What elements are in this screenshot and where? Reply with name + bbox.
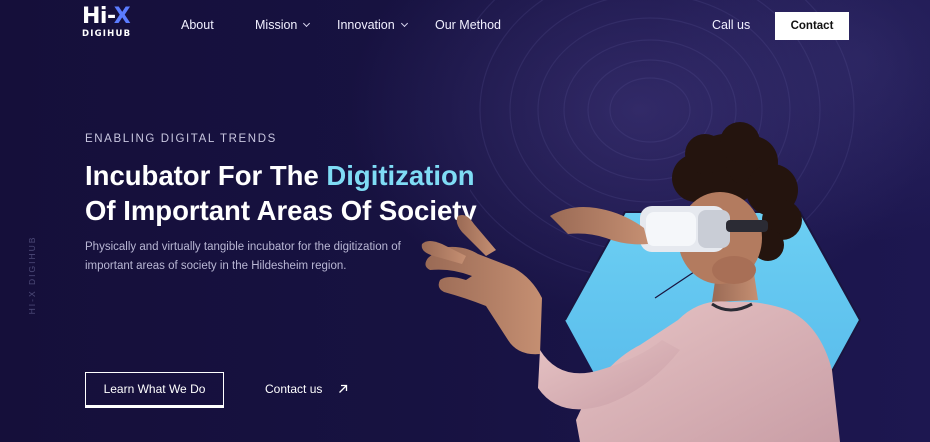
contact-us-link[interactable]: Contact us (265, 382, 348, 396)
logo-text: Hi- (82, 4, 114, 29)
hero-illustration (421, 122, 862, 442)
logo-subtitle: DIGIHUB (82, 29, 132, 39)
nav-our-method-label: Our Method (435, 18, 502, 32)
call-us-link[interactable]: Call us (712, 18, 750, 32)
learn-what-we-do-button[interactable]: Learn What We Do (85, 372, 224, 408)
nav-mission[interactable]: Mission (255, 18, 311, 32)
nav-mission-label: Mission (255, 18, 298, 32)
extended-hand (421, 215, 542, 355)
chevron-down-icon (303, 19, 311, 28)
nav-about-label: About (181, 18, 214, 32)
contact-us-label: Contact us (265, 382, 323, 396)
headline-part1: Incubator For The (85, 160, 327, 191)
chevron-down-icon (400, 19, 408, 28)
nav-our-method[interactable]: Our Method (435, 18, 501, 32)
nav-about[interactable]: About (181, 18, 214, 32)
nav-innovation[interactable]: Innovation (337, 18, 408, 32)
hero-eyebrow: ENABLING DIGITAL TRENDS (85, 133, 277, 145)
side-brand-text: HI-X DIGIHUB (27, 235, 37, 315)
hero-description: Physically and virtually tangible incuba… (85, 241, 401, 272)
learn-button-label: Learn What We Do (103, 382, 206, 396)
logo[interactable]: Hi-X DIGIHUB (82, 6, 136, 42)
arrow-up-right-icon (339, 384, 348, 393)
nav-innovation-label: Innovation (337, 18, 395, 32)
contact-button[interactable]: Contact (775, 12, 849, 40)
logo-x: X (113, 4, 131, 29)
